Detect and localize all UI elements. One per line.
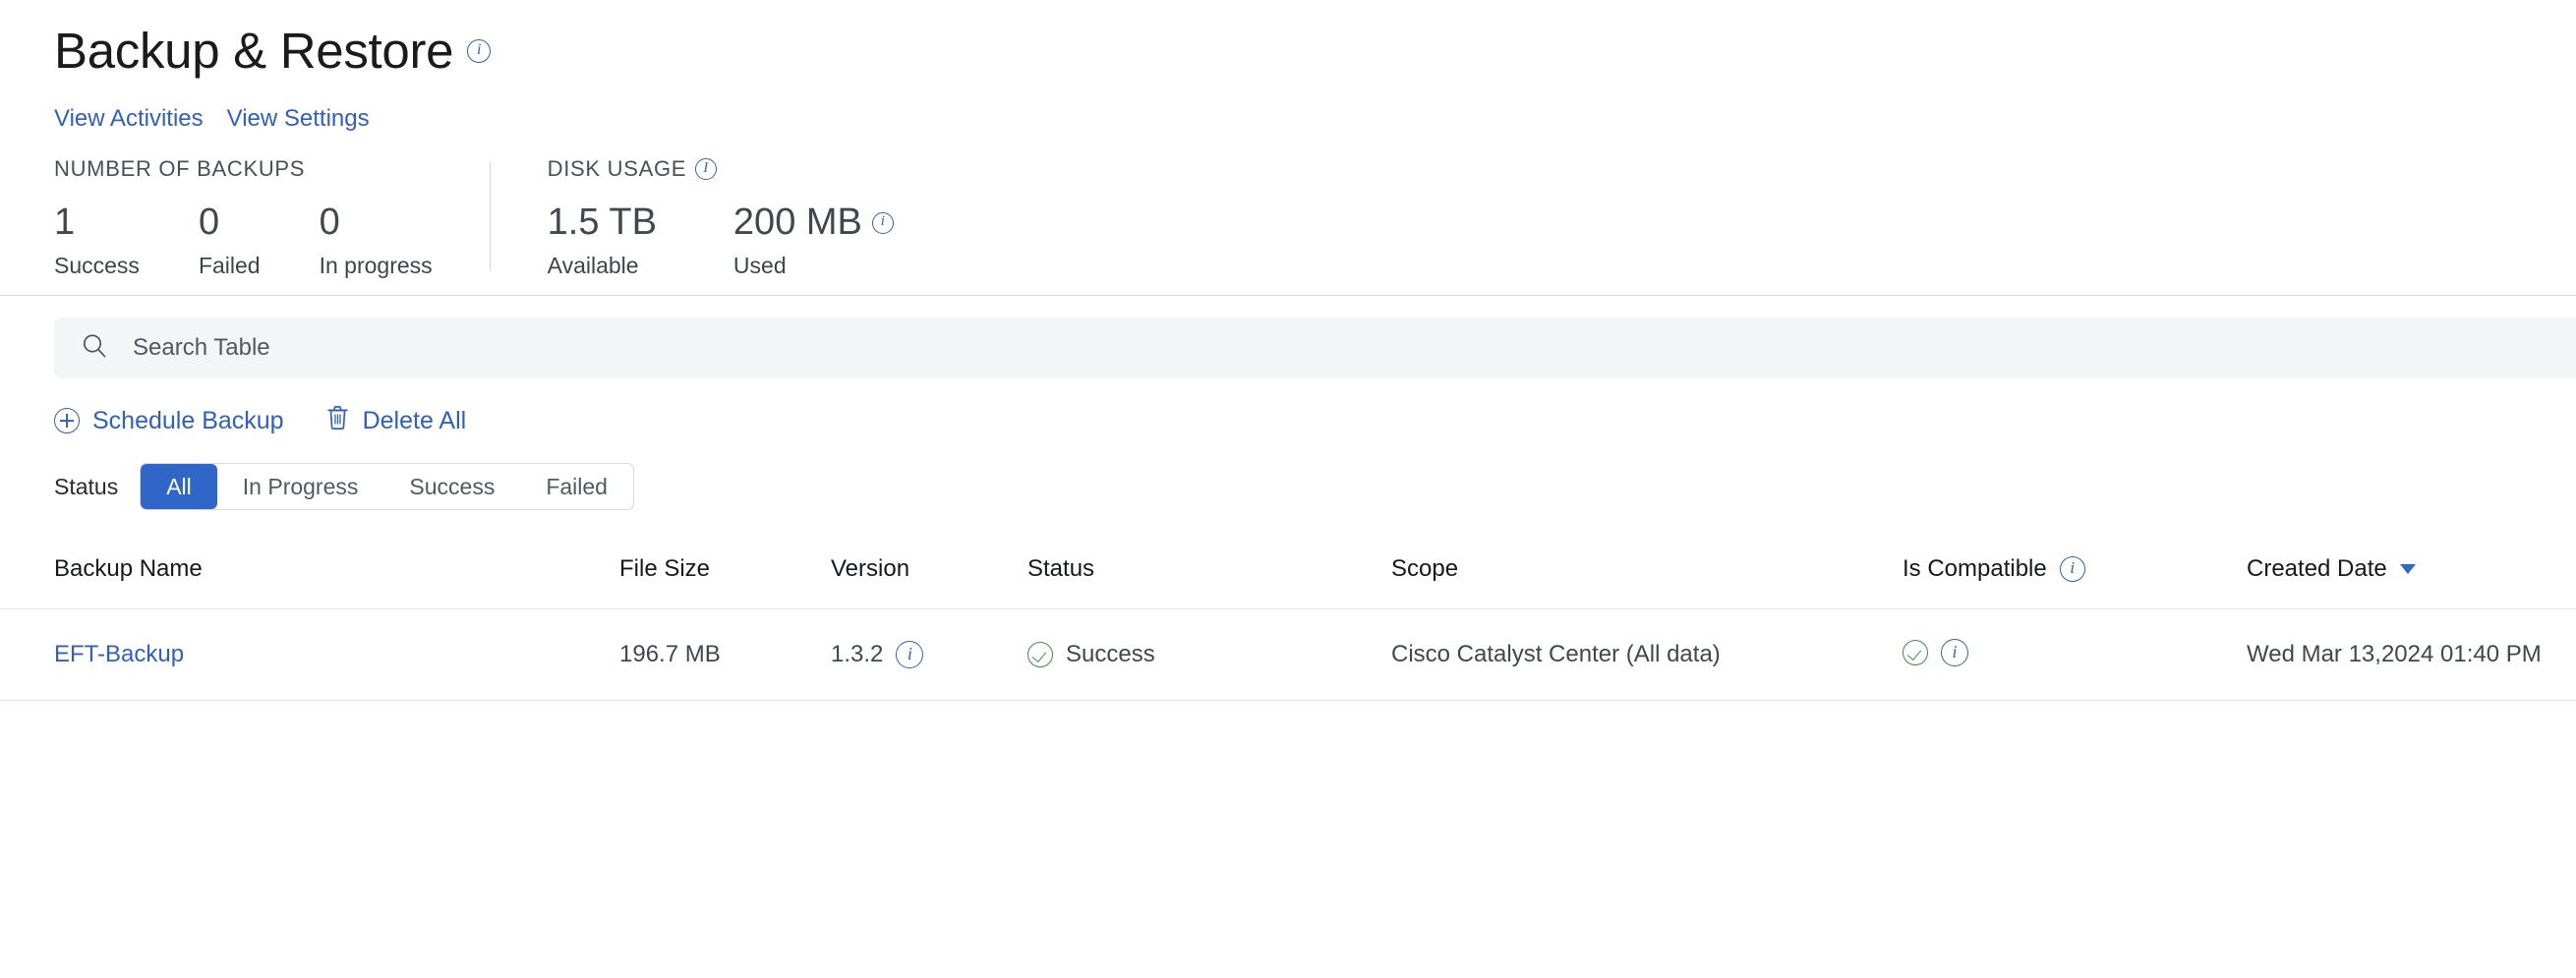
quick-links: View Activities View Settings <box>0 79 2576 133</box>
status-filter-label: Status <box>54 473 119 499</box>
search-icon <box>80 331 109 366</box>
stat-success-value: 1 <box>54 201 76 244</box>
cell-status: Success <box>1027 609 1391 701</box>
backup-restore-page: Backup & Restore i View Activities View … <box>0 0 2576 978</box>
stat-in-progress-label: In progress <box>319 252 433 278</box>
col-is-compatible[interactable]: Is Compatible i <box>1903 555 2247 609</box>
delete-all-label: Delete All <box>362 406 467 434</box>
col-backup-name[interactable]: Backup Name <box>0 555 619 609</box>
status-segmented-control: All In Progress Success Failed <box>140 463 634 511</box>
stat-in-progress: 0 In progress <box>320 201 433 279</box>
disk-usage-info-icon[interactable]: i <box>695 158 718 181</box>
used-info-icon[interactable]: i <box>871 211 894 234</box>
backup-name-link[interactable]: EFT-Backup <box>54 641 184 667</box>
table-header-row: Backup Name File Size Version Status Sco… <box>0 555 2576 609</box>
summary-stats: NUMBER OF BACKUPS 1 Success 0 Failed 0 I… <box>0 133 2576 295</box>
col-scope-label: Scope <box>1391 555 1459 583</box>
col-version[interactable]: Version <box>831 555 1027 609</box>
status-tab-all[interactable]: All <box>141 464 217 510</box>
number-of-backups-items: 1 Success 0 Failed 0 In progress <box>54 201 433 279</box>
status-filter: Status All In Progress Success Failed <box>0 437 2576 511</box>
table-row[interactable]: EFT-Backup 196.7 MB 1.3.2 i Success Cisc… <box>0 609 2576 701</box>
schedule-backup-button[interactable]: Schedule Backup <box>54 407 284 435</box>
success-check-icon <box>1027 642 1053 668</box>
disk-usage-title: DISK USAGE i <box>548 156 970 182</box>
col-scope[interactable]: Scope <box>1391 555 1903 609</box>
cell-scope: Cisco Catalyst Center (All data) <box>1391 641 1721 668</box>
compatible-info-icon[interactable]: i <box>1941 639 1968 667</box>
stat-failed: 0 Failed <box>199 201 261 279</box>
col-file-size-label: File Size <box>619 555 711 583</box>
search-zone <box>0 296 2576 379</box>
backups-table-wrap: Backup Name File Size Version Status Sco… <box>0 510 2576 701</box>
stat-in-progress-value: 0 <box>319 201 340 244</box>
cell-file-size: 196.7 MB <box>619 641 721 668</box>
disk-usage-group: DISK USAGE i 1.5 TB Available 200 MB i U… <box>491 156 1027 279</box>
col-created-date-label: Created Date <box>2247 555 2387 583</box>
status-value: Success <box>1066 641 1155 668</box>
stat-available-label: Available <box>547 252 639 278</box>
status-tab-failed[interactable]: Failed <box>520 464 633 510</box>
cell-created-date: Wed Mar 13,2024 01:40 PM <box>2247 641 2542 668</box>
status-tab-success[interactable]: Success <box>383 464 521 510</box>
stat-used-label: Used <box>732 252 787 278</box>
stat-available-value: 1.5 TB <box>547 201 657 244</box>
stat-used: 200 MB i Used <box>733 201 894 279</box>
col-status-label: Status <box>1027 555 1095 583</box>
number-of-backups-group: NUMBER OF BACKUPS 1 Success 0 Failed 0 I… <box>54 156 490 279</box>
is-compatible-info-icon[interactable]: i <box>2059 556 2085 583</box>
search-input[interactable] <box>131 333 2576 364</box>
title-info-icon[interactable]: i <box>467 39 492 64</box>
compatible-check-icon <box>1903 640 1928 666</box>
number-of-backups-title: NUMBER OF BACKUPS <box>54 156 306 182</box>
stat-success: 1 Success <box>54 201 140 279</box>
cell-version: 1.3.2 i <box>831 609 1027 701</box>
version-value: 1.3.2 <box>831 641 884 668</box>
trash-icon <box>325 404 350 437</box>
table-actions: Schedule Backup Delete All <box>0 378 2576 437</box>
stat-available: 1.5 TB Available <box>548 201 657 279</box>
stat-failed-value: 0 <box>198 201 220 244</box>
col-file-size[interactable]: File Size <box>619 555 831 609</box>
disk-usage-title-text: DISK USAGE <box>547 156 687 182</box>
schedule-backup-label: Schedule Backup <box>92 406 284 434</box>
search-box[interactable] <box>54 317 2576 379</box>
col-version-label: Version <box>831 555 910 583</box>
cell-is-compatible: i <box>1903 609 2247 701</box>
sort-desc-caret-icon[interactable] <box>2399 564 2416 575</box>
stat-success-label: Success <box>54 252 140 278</box>
table-body: EFT-Backup 196.7 MB 1.3.2 i Success Cisc… <box>0 609 2576 701</box>
view-activities-link[interactable]: View Activities <box>54 105 204 133</box>
stat-used-value: 200 MB <box>732 201 862 244</box>
status-tab-in-progress[interactable]: In Progress <box>216 464 384 510</box>
view-settings-link[interactable]: View Settings <box>227 105 370 133</box>
col-is-compatible-label: Is Compatible <box>1903 555 2047 583</box>
col-status[interactable]: Status <box>1027 555 1391 609</box>
plus-circle-icon <box>54 408 80 434</box>
cell-backup-name: EFT-Backup <box>0 609 619 701</box>
version-info-icon[interactable]: i <box>896 641 924 669</box>
backups-table: Backup Name File Size Version Status Sco… <box>0 555 2576 701</box>
disk-usage-items: 1.5 TB Available 200 MB i Used <box>548 201 970 279</box>
table-head: Backup Name File Size Version Status Sco… <box>0 555 2576 609</box>
col-backup-name-label: Backup Name <box>54 555 203 583</box>
page-title: Backup & Restore <box>54 23 454 79</box>
delete-all-button[interactable]: Delete All <box>325 404 467 437</box>
page-header: Backup & Restore i <box>0 0 2576 79</box>
col-created-date[interactable]: Created Date <box>2247 555 2576 609</box>
stat-failed-label: Failed <box>198 252 261 278</box>
